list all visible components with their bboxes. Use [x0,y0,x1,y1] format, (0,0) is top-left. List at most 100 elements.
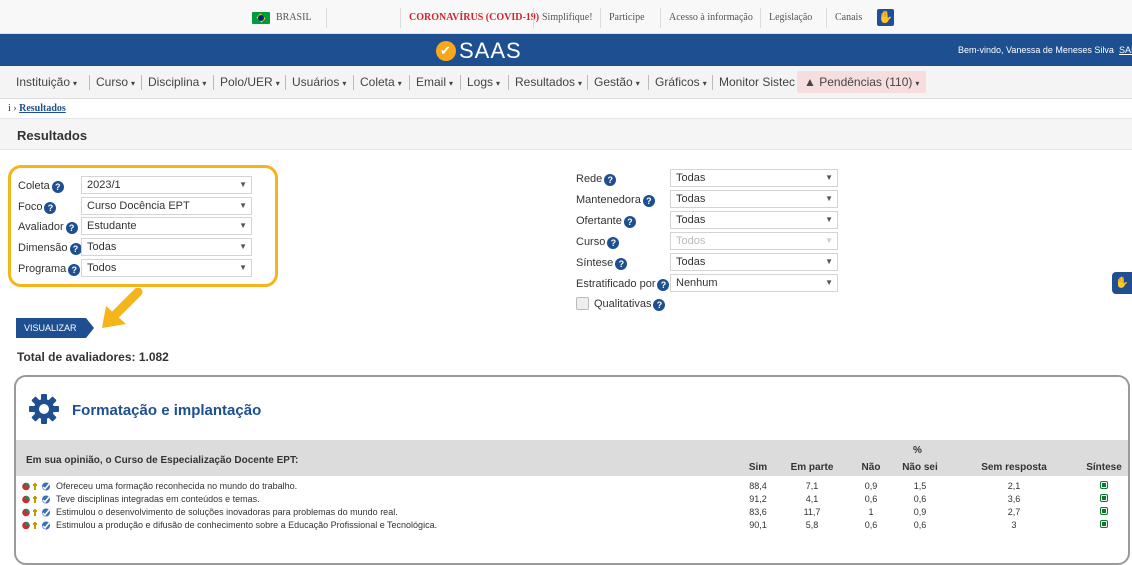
menu-pendencias-label: Pendências (110) [819,75,913,89]
filter-label-curso: Curso? [576,236,620,249]
menu-email[interactable]: Email ▾ [416,75,453,89]
filter-label-text: Síntese [576,257,614,269]
gov-link-simplifique[interactable]: Simplifique! [533,8,593,28]
table-row: Teve disciplinas integradas em conteúdos… [16,494,1128,505]
select-value: Curso Docência EPT [87,200,190,212]
help-icon[interactable]: ? [623,216,636,228]
select-mantenedora[interactable]: Todas ▼ [670,190,838,208]
filter-label-text: Rede [576,173,603,185]
menu-resultados[interactable]: Resultados ▾ [515,75,582,89]
row-action-icons [22,495,50,504]
help-icon[interactable]: ? [615,258,628,270]
exit-link[interactable]: SAI [1119,45,1132,55]
sintese-icon[interactable] [1082,481,1126,491]
breadcrumb-resultados[interactable]: Resultados [19,103,66,114]
saas-logo[interactable]: ✔ SAAS [436,38,522,63]
gov-brasil-label: BRASIL [276,12,312,23]
menu-coleta[interactable]: Coleta ▾ [360,75,402,89]
caret-down-icon: ▼ [239,180,247,189]
menu-monitor-sistec[interactable]: Monitor Sistec [719,75,795,89]
orange-arrow-icon [102,288,143,328]
gov-link-legislacao[interactable]: Legislação [760,8,812,28]
menu-disciplina[interactable]: Disciplina ▾ [148,75,206,89]
select-programa[interactable]: Todos ▼ [81,259,252,277]
menu-separator [89,75,90,90]
col-nao-sei: Não sei [902,462,938,473]
caret-down-icon: ▼ [825,173,833,182]
gov-link-canais[interactable]: Canais [826,8,862,28]
brand-bar: ✔ SAAS Bem-vindo, Vanessa de Meneses Silv… [0,34,1132,66]
help-icon[interactable]: ? [69,243,82,255]
visualizar-button[interactable]: VISUALIZAR [16,318,94,338]
help-icon[interactable]: ? [604,174,617,186]
select-ofertante[interactable]: Todas ▼ [670,211,838,229]
help-icon[interactable]: ? [51,181,64,193]
menu-pendencias[interactable]: ▲ Pendências (110) ▾ [797,71,927,93]
filter-label-text: Foco [18,201,43,213]
menu-usuarios[interactable]: Usuários ▾ [292,75,346,89]
qualitativas-checkbox[interactable] [576,297,589,310]
sintese-icon[interactable] [1082,494,1126,504]
filter-label-rede: Rede? [576,173,617,186]
col-sim: Sim [748,462,768,473]
help-icon[interactable]: ? [607,237,620,249]
menu-logs[interactable]: Logs ▾ [467,75,500,89]
help-icon[interactable]: ? [44,202,57,214]
cell-sim: 90,1 [749,520,767,530]
gov-brasil-link[interactable]: BRASIL [244,8,312,28]
caret-down-icon: ▼ [825,236,833,245]
caret-down-icon: ▼ [239,221,247,230]
menu-instituicao[interactable]: Instituição ▾ [16,75,77,89]
select-estratificado[interactable]: Nenhum ▼ [670,274,838,292]
menu-polo[interactable]: Polo/UER ▾ [220,75,280,89]
select-rede[interactable]: Todas ▼ [670,169,838,187]
select-sintese[interactable]: Todas ▼ [670,253,838,271]
gov-link-participe[interactable]: Participe [600,8,645,28]
menu-label: Disciplina [148,75,200,89]
menu-curso[interactable]: Curso ▾ [96,75,135,89]
filter-label-text: Programa [18,263,67,275]
row-action-icons [22,508,50,517]
row-action-icons [22,482,50,491]
covid-link[interactable]: CORONAVÍRUS (COVID-19) [400,8,539,28]
select-avaliador[interactable]: Estudante ▼ [81,217,252,235]
help-icon[interactable]: ? [642,195,655,207]
select-coleta[interactable]: 2023/1 ▼ [81,176,252,194]
select-dimensao[interactable]: Todas ▼ [81,238,252,256]
main-menu: Instituição ▾ Curso ▾ Disciplina ▾ Polo/UER… [0,66,1132,99]
gov-link-acesso[interactable]: Acesso à informação [660,8,753,28]
help-icon[interactable]: ? [657,279,670,291]
filter-label-text: Ofertante [576,215,622,227]
percent-header: % [913,445,922,456]
sintese-icon[interactable] [1082,520,1126,530]
help-icon[interactable]: ? [65,222,78,234]
cell-sim: 83,6 [749,507,767,517]
menu-separator [213,75,214,90]
select-curso[interactable]: Todos ▼ [670,232,838,250]
help-icon[interactable]: ? [68,264,81,276]
caret-down-icon: ▼ [825,215,833,224]
filter-label-text: Coleta [18,180,50,192]
menu-gestao[interactable]: Gestão ▾ [594,75,640,89]
menu-label: Polo/UER [220,75,273,89]
select-value: Todas [676,256,706,268]
filter-label-sintese: Síntese? [576,257,628,270]
menu-label: Resultados [515,75,576,89]
side-accessibility-icon[interactable]: ✋ [1112,272,1132,294]
filter-label-mantenedora: Mantenedora? [576,194,655,207]
menu-graficos[interactable]: Gráficos ▾ [655,75,707,89]
logo-text: SAAS [459,38,522,63]
sintese-icon[interactable] [1082,507,1126,517]
select-foco[interactable]: Curso Docência EPT ▼ [81,197,252,215]
select-value: Estudante [87,220,137,232]
cell-nao: 0,9 [864,481,878,491]
help-icon[interactable]: ? [653,299,666,311]
page-title: Resultados [17,128,88,143]
select-value: Todos [676,235,706,247]
cell-sem-resposta: 2,1 [1007,481,1021,491]
row-action-icons [22,521,50,530]
select-value: Nenhum [676,277,718,289]
qualitativas-label: Qualitativas? [594,298,666,311]
accessibility-icon[interactable]: ✋ [877,9,894,26]
breadcrumb-prefix: i › [8,103,17,114]
